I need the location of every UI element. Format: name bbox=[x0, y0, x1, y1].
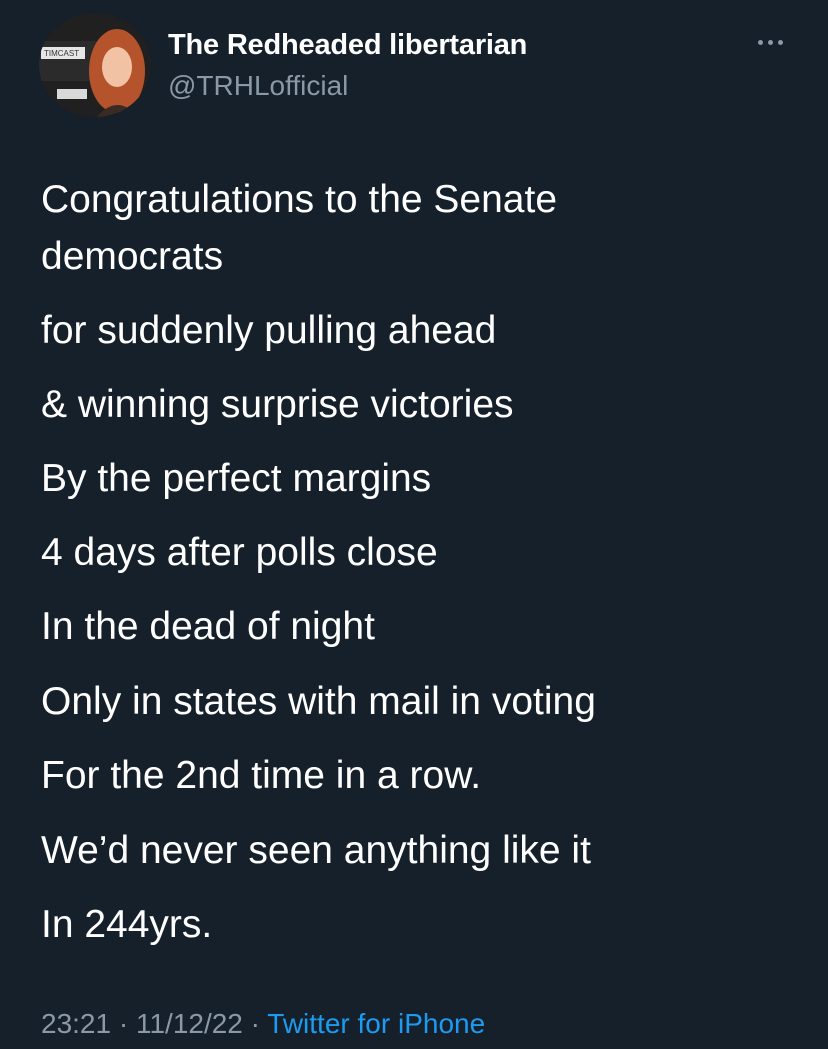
tweet-text-line: 4 days after polls close bbox=[41, 531, 438, 574]
author-display-name[interactable]: The Redheaded libertarian bbox=[168, 29, 527, 62]
tweet-text-line: We’d never seen anything like it bbox=[41, 829, 591, 872]
avatar[interactable]: TIMCAST bbox=[39, 13, 151, 117]
tweet-text-line: For the 2nd time in a row. bbox=[41, 754, 482, 797]
tweet-text-line: In 244yrs. bbox=[41, 903, 213, 946]
meta-separator: · bbox=[250, 1008, 260, 1039]
tweet-text-line: Congratulations to the Senate bbox=[41, 178, 558, 221]
avatar-badge-text: TIMCAST bbox=[44, 49, 79, 58]
tweet-card: TIMCAST The Redheaded libertarian @TRHLo… bbox=[0, 0, 828, 1049]
avatar-image: TIMCAST bbox=[39, 13, 151, 117]
more-horizontal-icon[interactable] bbox=[750, 30, 790, 54]
tweet-text-line: In the dead of night bbox=[41, 605, 375, 648]
tweet-time[interactable]: 23:21 bbox=[41, 1008, 111, 1039]
tweet-text-line: By the perfect margins bbox=[41, 457, 432, 500]
tweet-text-line: democrats bbox=[41, 235, 224, 278]
tweet-text-line: Only in states with mail in voting bbox=[41, 680, 596, 723]
meta-separator: · bbox=[118, 1008, 129, 1039]
tweet-text-line: & winning surprise victories bbox=[41, 383, 514, 426]
tweet-source-link[interactable]: Twitter for iPhone bbox=[267, 1008, 485, 1039]
tweet-date[interactable]: 11/12/22 bbox=[136, 1008, 243, 1039]
author-handle[interactable]: @TRHLofficial bbox=[168, 70, 348, 102]
tweet-metadata: 23:21 · 11/12/22 · Twitter for iPhone bbox=[41, 1008, 485, 1040]
tweet-text-line: for suddenly pulling ahead bbox=[41, 309, 497, 352]
